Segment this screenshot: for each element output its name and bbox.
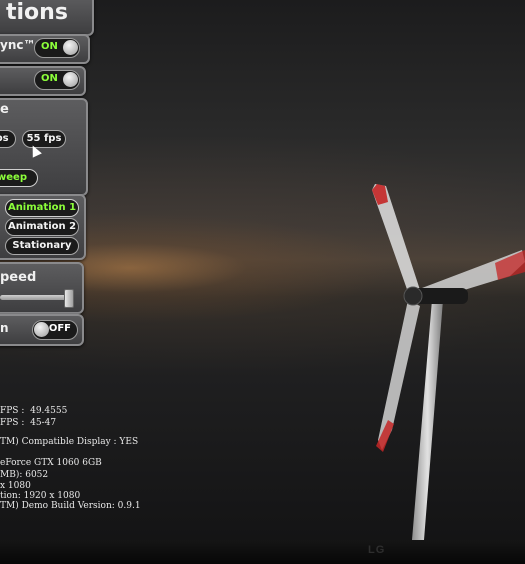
- stat-line-2: FPS : 45-47: [0, 418, 56, 428]
- last-toggle-state: OFF: [48, 323, 71, 334]
- stat-line-7: tion: 1920 x 1080: [0, 491, 81, 501]
- animation-2-button[interactable]: Animation 2: [5, 218, 79, 236]
- stat-line-2-value: 45-47: [30, 418, 57, 428]
- stat-line-8: TM) Demo Build Version: 0.9.1: [0, 501, 141, 511]
- stat-line-1-label: FPS :: [0, 406, 25, 416]
- toggle-knob: [63, 40, 78, 55]
- speed-slider-track[interactable]: [0, 295, 72, 300]
- stat-line-4: eForce GTX 1060 6GB: [0, 458, 102, 468]
- last-toggle[interactable]: OFF: [32, 320, 78, 340]
- stat-line-1: FPS : 49.4555: [0, 406, 67, 416]
- vsync-toggle[interactable]: ON: [34, 38, 80, 58]
- speed-slider-thumb[interactable]: [64, 289, 74, 308]
- turbine-blade-2-tip: [495, 250, 525, 280]
- turbine-hub: [403, 286, 423, 306]
- second-toggle-state: ON: [41, 73, 58, 84]
- options-title-bar: tions: [0, 0, 94, 36]
- toggle-knob: [34, 322, 49, 337]
- vsync-toggle-state: ON: [41, 41, 58, 52]
- last-toggle-label: n: [0, 321, 9, 335]
- stat-line-5: MB): 6052: [0, 470, 49, 480]
- options-title: tions: [6, 0, 68, 25]
- second-toggle[interactable]: ON: [34, 70, 80, 90]
- monitor-screen: tions ync™ ON ON e ps 55 fps weep Animat…: [0, 0, 525, 540]
- sweep-button[interactable]: weep: [0, 169, 38, 187]
- stationary-button[interactable]: Stationary: [5, 237, 79, 255]
- speed-label: peed: [0, 270, 37, 285]
- turbine-tower: [412, 300, 443, 540]
- monitor-bezel: [0, 540, 525, 564]
- toggle-knob: [63, 72, 78, 87]
- stat-line-3: TM) Compatible Display : YES: [0, 437, 139, 447]
- stat-line-2-label: FPS :: [0, 418, 25, 428]
- stat-line-6: x 1080: [0, 481, 31, 491]
- stat-line-1-value: 49.4555: [30, 406, 68, 416]
- animation-1-button[interactable]: Animation 1: [5, 199, 79, 217]
- turbine-blade-3: [378, 300, 420, 450]
- fps-option-55[interactable]: 55 fps: [22, 130, 66, 148]
- fps-section-label: e: [0, 102, 9, 117]
- vsync-label: ync™: [0, 38, 36, 52]
- lg-logo: LG: [368, 544, 386, 556]
